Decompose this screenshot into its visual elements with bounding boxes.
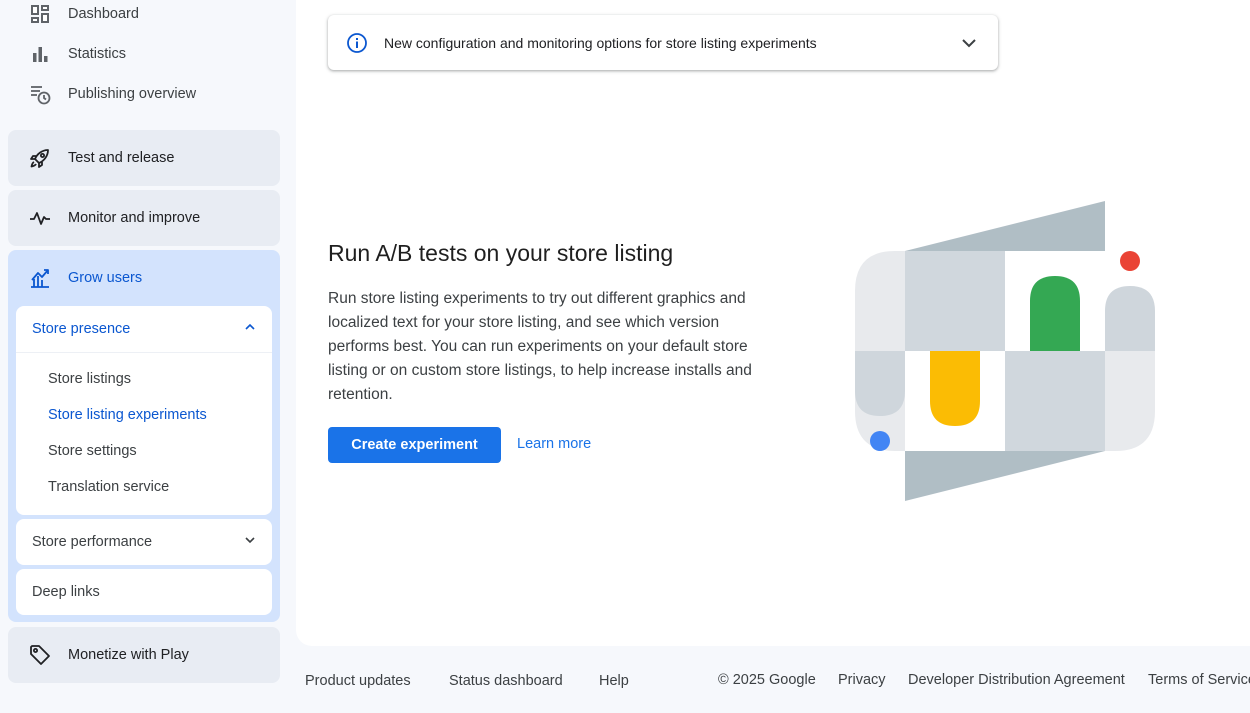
footer: Product updates Status dashboard Help © … xyxy=(0,672,1250,692)
section-grow-users: Grow users Store presence Store listings… xyxy=(8,250,280,622)
main-content: New configuration and monitoring options… xyxy=(296,0,1250,646)
dashboard-icon xyxy=(28,2,52,26)
store-presence-list: Store listings Store listing experiments… xyxy=(16,353,272,515)
sub-item-store-settings[interactable]: Store settings xyxy=(16,433,272,469)
section-label: Monitor and improve xyxy=(68,210,201,226)
info-icon xyxy=(345,31,369,55)
footer-link-privacy[interactable]: Privacy xyxy=(838,672,886,688)
tag-icon xyxy=(28,643,52,667)
create-experiment-button[interactable]: Create experiment xyxy=(328,427,501,463)
footer-copyright: © 2025 Google xyxy=(718,672,816,688)
sub-item-translation-service[interactable]: Translation service xyxy=(16,469,272,505)
chevron-down-icon xyxy=(244,534,256,550)
section-grow-users-header[interactable]: Grow users xyxy=(8,250,280,306)
nav-item-publishing-overview[interactable]: Publishing overview xyxy=(28,82,196,106)
store-performance-group: Store performance xyxy=(16,519,272,565)
nav-item-label: Dashboard xyxy=(68,6,139,22)
sidebar: Dashboard Statistics Publishing overview xyxy=(0,0,296,713)
footer-link-distribution-agreement[interactable]: Developer Distribution Agreement xyxy=(908,672,1125,688)
nav-item-dashboard[interactable]: Dashboard xyxy=(28,2,139,26)
sub-item-store-listings[interactable]: Store listings xyxy=(16,361,272,397)
banner-text: New configuration and monitoring options… xyxy=(384,34,817,51)
section-label: Monetize with Play xyxy=(68,647,189,663)
sub-item-store-listing-experiments[interactable]: Store listing experiments xyxy=(16,397,272,433)
section-monitor-header[interactable]: Monitor and improve xyxy=(8,190,280,246)
nav-item-statistics[interactable]: Statistics xyxy=(28,42,126,66)
page-description: Run store listing experiments to try out… xyxy=(328,290,752,403)
rocket-icon xyxy=(28,146,52,170)
publishing-overview-icon xyxy=(28,82,52,106)
deep-links-label: Deep links xyxy=(32,584,100,600)
chevron-up-icon xyxy=(244,321,256,337)
page-title: Run A/B tests on your store listing xyxy=(328,240,674,266)
ab-test-illustration xyxy=(855,201,1155,501)
store-presence-header[interactable]: Store presence xyxy=(16,306,272,353)
footer-link-help[interactable]: Help xyxy=(599,673,629,689)
info-banner[interactable]: New configuration and monitoring options… xyxy=(328,15,998,70)
nav-item-label: Publishing overview xyxy=(68,86,197,102)
section-monitor-and-improve: Monitor and improve xyxy=(8,190,280,246)
grow-users-icon xyxy=(28,266,52,290)
deep-links-group: Deep links xyxy=(16,569,272,615)
footer-link-product-updates[interactable]: Product updates xyxy=(305,673,411,689)
store-presence-label: Store presence xyxy=(32,321,131,337)
store-performance-header[interactable]: Store performance xyxy=(16,519,272,565)
bar-chart-icon xyxy=(28,42,52,66)
store-presence-group: Store presence Store listings Store list… xyxy=(16,306,272,515)
store-performance-label: Store performance xyxy=(32,534,153,550)
pulse-icon xyxy=(28,206,52,230)
section-label: Test and release xyxy=(68,150,175,166)
footer-link-terms[interactable]: Terms of Service xyxy=(1148,672,1250,688)
nav-item-label: Statistics xyxy=(68,46,127,62)
section-label: Grow users xyxy=(68,270,143,286)
footer-link-status-dashboard[interactable]: Status dashboard xyxy=(449,673,563,689)
deep-links-item[interactable]: Deep links xyxy=(16,569,272,615)
learn-more-link[interactable]: Learn more xyxy=(517,436,591,452)
section-test-and-release: Test and release xyxy=(8,130,280,186)
section-test-and-release-header[interactable]: Test and release xyxy=(8,130,280,186)
expand-chevron-icon[interactable] xyxy=(957,31,981,55)
